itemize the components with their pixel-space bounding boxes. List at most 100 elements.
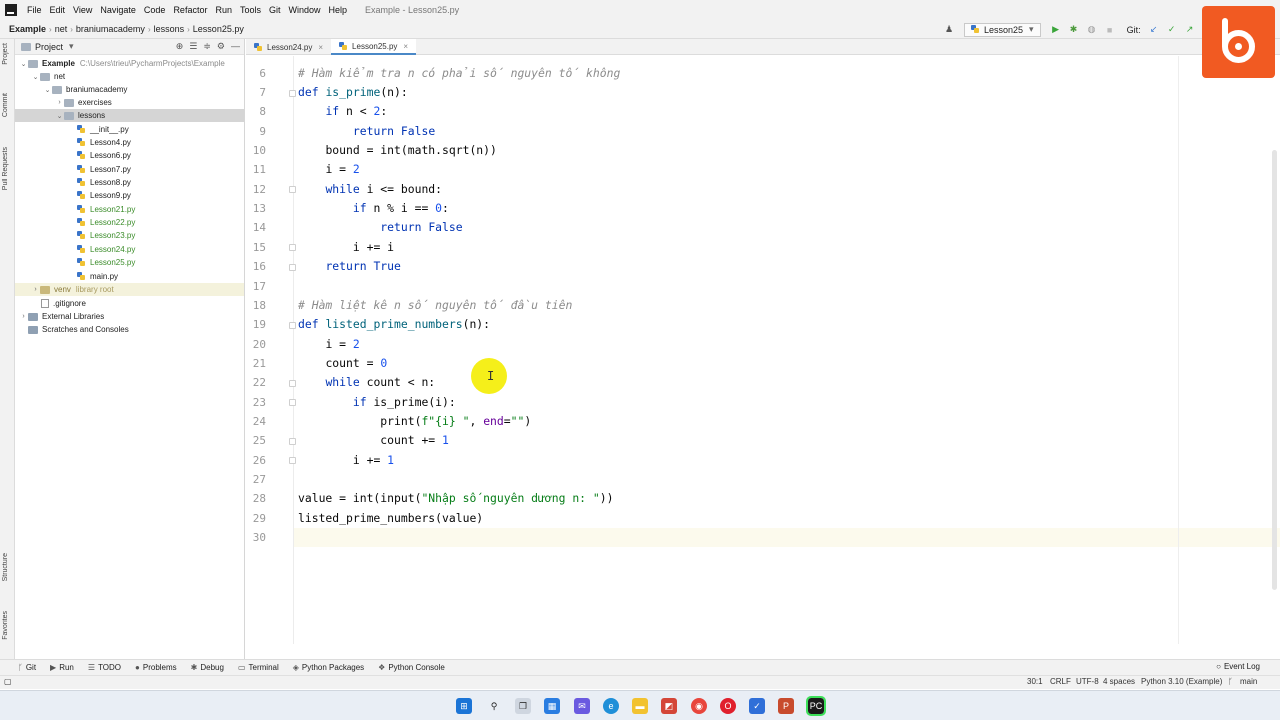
- file-encoding[interactable]: UTF-8: [1076, 677, 1099, 686]
- tree-item-gitignore[interactable]: .gitignore: [15, 297, 244, 310]
- fold-marker-icon[interactable]: [289, 457, 296, 464]
- fold-marker-icon[interactable]: [289, 380, 296, 387]
- tree-item-example[interactable]: ⌄ Example C:\Users\trieu\PycharmProjects…: [15, 57, 244, 70]
- chevron-down-icon[interactable]: ⌄: [43, 86, 52, 94]
- powerpoint-icon[interactable]: P: [778, 698, 794, 714]
- tab-lesson25[interactable]: Lesson25.py ×: [331, 39, 417, 55]
- tool-python-console[interactable]: ❖ Python Console: [378, 663, 445, 672]
- tree-item-net[interactable]: ⌄ net: [15, 70, 244, 83]
- breadcrumb-lessons[interactable]: lessons: [151, 24, 188, 34]
- widgets-icon[interactable]: ▦: [544, 698, 560, 714]
- git-push-icon[interactable]: ↗: [1183, 23, 1197, 37]
- run-config-select[interactable]: Lesson25 ▾: [964, 22, 1041, 37]
- opera-browser-icon[interactable]: O: [720, 698, 736, 714]
- tool-terminal[interactable]: ▭ Terminal: [238, 663, 279, 672]
- line-separator[interactable]: CRLF: [1050, 677, 1071, 686]
- pycharm-taskbar-icon[interactable]: PC: [806, 696, 826, 716]
- breadcrumb-project[interactable]: Example: [6, 24, 49, 34]
- breadcrumb-net[interactable]: net: [52, 24, 71, 34]
- tool-window-pull-requests[interactable]: Pull Requests: [2, 147, 9, 190]
- tree-item-file[interactable]: Lesson4.py: [15, 136, 244, 149]
- debug-icon[interactable]: ✱: [1067, 23, 1081, 37]
- menu-navigate[interactable]: Navigate: [96, 5, 140, 15]
- tab-lesson24[interactable]: Lesson24.py ×: [246, 39, 331, 55]
- chevron-right-icon[interactable]: ›: [31, 286, 40, 293]
- tree-item-file[interactable]: Lesson9.py: [15, 189, 244, 202]
- tool-window-commit[interactable]: Commit: [2, 93, 9, 117]
- close-icon[interactable]: ×: [318, 43, 323, 52]
- expand-all-icon[interactable]: ☰: [189, 41, 197, 52]
- tree-item-venv[interactable]: › venv library root: [15, 283, 244, 296]
- tool-todo[interactable]: ☰ TODO: [88, 663, 121, 672]
- git-update-icon[interactable]: ↙: [1147, 23, 1161, 37]
- file-explorer-icon[interactable]: ▬: [632, 698, 648, 714]
- todo-app-icon[interactable]: ✓: [749, 698, 765, 714]
- chevron-down-icon[interactable]: ⌄: [55, 112, 64, 120]
- tree-item-braniumacademy[interactable]: ⌄ braniumacademy: [15, 83, 244, 96]
- stop-icon[interactable]: ■: [1103, 23, 1117, 37]
- tree-item-file[interactable]: Lesson22.py: [15, 216, 244, 229]
- tool-window-favorites[interactable]: Favorites: [2, 611, 9, 640]
- windows-start-icon[interactable]: ⊞: [456, 698, 472, 714]
- python-interpreter[interactable]: Python 3.10 (Example): [1141, 677, 1222, 686]
- menu-help[interactable]: Help: [325, 5, 352, 15]
- tree-item-file[interactable]: Lesson21.py: [15, 203, 244, 216]
- chevron-down-icon[interactable]: ⌄: [19, 60, 28, 68]
- menu-tools[interactable]: Tools: [236, 5, 265, 15]
- layout-icon[interactable]: ▢: [4, 677, 12, 686]
- menu-refactor[interactable]: Refactor: [169, 5, 211, 15]
- chevron-down-icon[interactable]: ⌄: [31, 73, 40, 81]
- fold-marker-icon[interactable]: [289, 244, 296, 251]
- tree-item-file[interactable]: Lesson23.py: [15, 229, 244, 242]
- breadcrumb-file[interactable]: Lesson25.py: [190, 24, 247, 34]
- task-view-icon[interactable]: ❐: [515, 698, 531, 714]
- collapse-all-icon[interactable]: ≑: [203, 41, 211, 52]
- tool-debug[interactable]: ✱ Debug: [191, 663, 224, 672]
- tool-window-structure[interactable]: Structure: [2, 553, 9, 581]
- fold-marker-icon[interactable]: [289, 438, 296, 445]
- tool-git[interactable]: ᚴ Git: [18, 663, 36, 672]
- tool-run[interactable]: ▶ Run: [50, 663, 74, 672]
- menu-git[interactable]: Git: [265, 5, 285, 15]
- fold-marker-icon[interactable]: [289, 399, 296, 406]
- menu-file[interactable]: File: [23, 5, 46, 15]
- fold-marker-icon[interactable]: [289, 322, 296, 329]
- menu-view[interactable]: View: [69, 5, 96, 15]
- edge-browser-icon[interactable]: e: [603, 698, 619, 714]
- tool-problems[interactable]: ● Problems: [135, 663, 177, 672]
- coverage-icon[interactable]: ◍: [1085, 23, 1099, 37]
- fold-marker-icon[interactable]: [289, 264, 296, 271]
- indent-setting[interactable]: 4 spaces: [1103, 677, 1135, 686]
- chevron-down-icon[interactable]: ▾: [69, 41, 74, 52]
- tree-item-scratches[interactable]: Scratches and Consoles: [15, 323, 244, 336]
- menu-code[interactable]: Code: [140, 5, 170, 15]
- search-icon[interactable]: ⚲: [486, 698, 502, 714]
- chevron-right-icon[interactable]: ›: [19, 313, 28, 320]
- chevron-right-icon[interactable]: ›: [55, 99, 64, 106]
- tree-item-file[interactable]: main.py: [15, 270, 244, 283]
- tree-item-external-libraries[interactable]: › External Libraries: [15, 310, 244, 323]
- chrome-browser-icon[interactable]: ◉: [691, 698, 707, 714]
- fold-marker-icon[interactable]: [289, 186, 296, 193]
- office-icon[interactable]: ◩: [661, 698, 677, 714]
- gear-icon[interactable]: ⚙: [217, 41, 225, 52]
- tree-item-file[interactable]: __init__.py: [15, 123, 244, 136]
- locate-icon[interactable]: ⊕: [176, 41, 184, 52]
- fold-marker-icon[interactable]: [289, 90, 296, 97]
- caret-position[interactable]: 30:1: [1027, 677, 1043, 686]
- run-icon[interactable]: ▶: [1049, 23, 1063, 37]
- user-icon[interactable]: ♟: [942, 23, 956, 37]
- tree-item-file[interactable]: Lesson6.py: [15, 149, 244, 162]
- git-commit-icon[interactable]: ✓: [1165, 23, 1179, 37]
- tool-window-project[interactable]: Project: [2, 43, 9, 65]
- tool-python-packages[interactable]: ◈ Python Packages: [293, 663, 364, 672]
- event-log-button[interactable]: ○ Event Log: [1216, 662, 1260, 671]
- tree-item-exercises[interactable]: › exercises: [15, 96, 244, 109]
- menu-edit[interactable]: Edit: [46, 5, 70, 15]
- project-panel-title[interactable]: Project: [35, 42, 63, 52]
- editor-scrollbar[interactable]: [1272, 150, 1277, 590]
- hide-icon[interactable]: —: [231, 41, 240, 52]
- breadcrumb-braniumacademy[interactable]: braniumacademy: [73, 24, 148, 34]
- tree-item-lessons[interactable]: ⌄ lessons: [15, 109, 244, 122]
- tree-item-file[interactable]: Lesson24.py: [15, 243, 244, 256]
